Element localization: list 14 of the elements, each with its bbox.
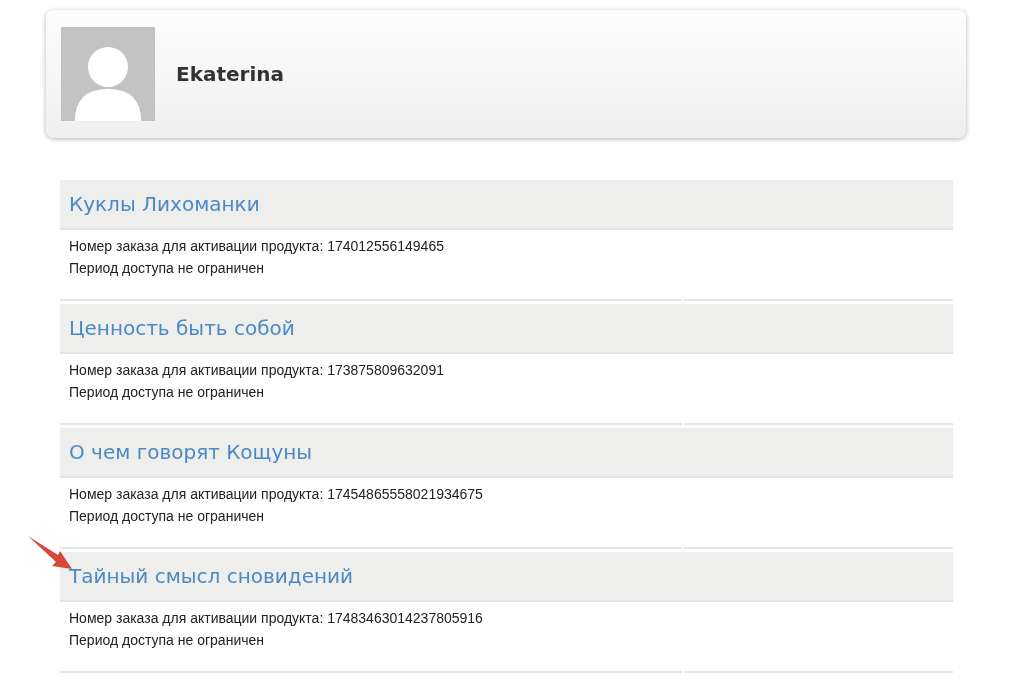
- user-name: Ekaterina: [176, 62, 285, 86]
- access-period: Период доступа не ограничен: [69, 631, 265, 650]
- order-number: Номер заказа для активации продукта: 173875809632091: [69, 361, 445, 380]
- order-number: Номер заказа для активации продукта: 174012556149465: [69, 237, 445, 256]
- order-number: Номер заказа для активации продукта: 17483463014237805916: [69, 609, 484, 628]
- access-period: Период доступа не ограничен: [69, 259, 265, 278]
- product-link[interactable]: О чем говорят Кощуны: [69, 440, 313, 464]
- avatar-icon: [61, 27, 155, 121]
- order-number: Номер заказа для активации продукта: 17454865558021934675: [69, 485, 484, 504]
- access-period: Период доступа не ограничен: [69, 383, 265, 402]
- access-period: Период доступа не ограничен: [69, 507, 265, 526]
- product-link[interactable]: Ценность быть собой: [69, 316, 295, 340]
- product-link[interactable]: Куклы Лихоманки: [69, 192, 260, 216]
- product-link[interactable]: Тайный смысл сновидений: [69, 564, 353, 588]
